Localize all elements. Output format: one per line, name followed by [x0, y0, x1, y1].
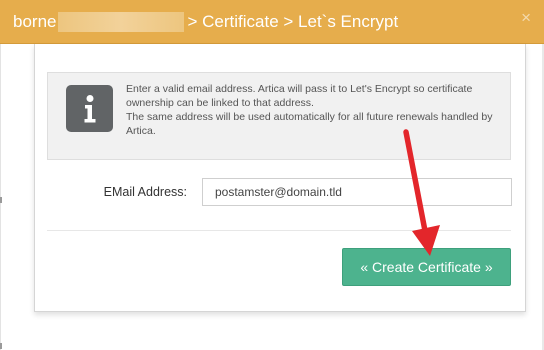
redacted-hostname [58, 12, 185, 32]
email-label: EMail Address: [103, 185, 187, 199]
dialog-title: borne > Certificate > Let`s Encrypt [13, 12, 398, 32]
close-icon[interactable]: × [521, 9, 531, 26]
info-callout: Enter a valid email address. Artica will… [47, 72, 511, 160]
dialog-header: borne > Certificate > Let`s Encrypt × [0, 0, 544, 44]
backdrop-artifact [0, 343, 2, 349]
info-line: The same address will be used automatica… [126, 111, 493, 137]
info-line: Enter a valid email address. Artica will… [126, 83, 473, 109]
create-certificate-button[interactable]: « Create Certificate » [342, 248, 511, 286]
email-field[interactable] [202, 178, 512, 206]
backdrop-artifact [0, 197, 2, 203]
title-prefix: borne [13, 12, 57, 31]
title-breadcrumb: > Certificate > Let`s Encrypt [187, 12, 399, 31]
dialog-body: Enter a valid email address. Artica will… [34, 44, 526, 312]
info-icon [66, 85, 113, 132]
info-text: Enter a valid email address. Artica will… [126, 82, 502, 138]
divider [47, 230, 511, 231]
